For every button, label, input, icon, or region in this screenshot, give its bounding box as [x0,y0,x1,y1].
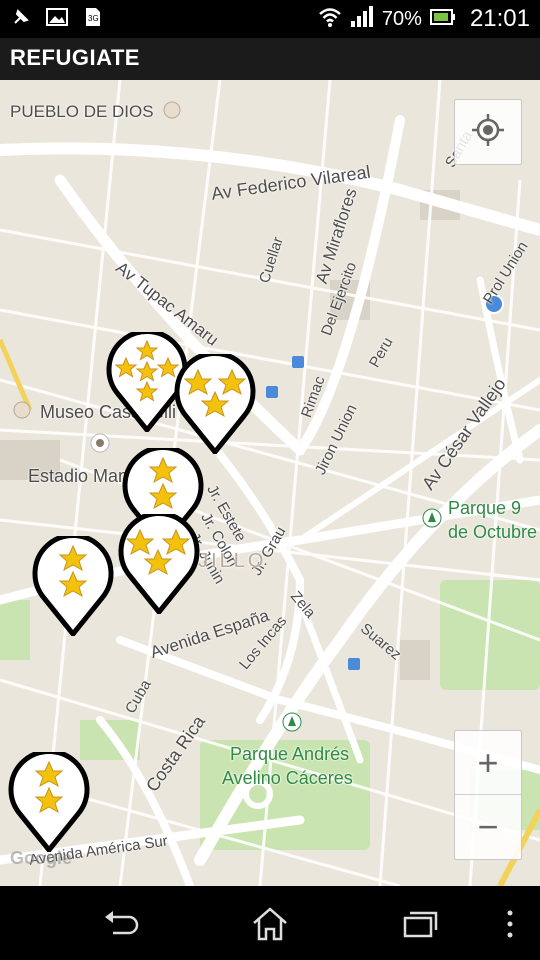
zoom-out-button[interactable]: − [455,795,521,858]
crosshair-icon [470,112,506,153]
map-view[interactable]: PUEBLO DE DIOS Av Federico Vilareal Av T… [0,80,540,886]
map-label-parque-9: Parque 9 [448,498,522,518]
overflow-menu-icon[interactable] [490,904,530,944]
zoom-in-button[interactable]: + [455,731,521,795]
zoom-controls: + − [454,730,522,860]
home-icon[interactable] [250,904,290,944]
signal-icon [350,5,374,33]
app-bar: REFUGIATE [0,38,540,81]
wifi-icon [318,6,342,33]
google-logo: Google [10,848,72,868]
navigation-bar [0,886,540,960]
refuge-marker[interactable] [172,354,258,454]
map-label-pueblo: PUEBLO DE DIOS [10,102,154,121]
pin-icon [10,6,32,28]
svg-text:3G: 3G [88,14,99,23]
battery-icon [429,8,456,31]
refuge-marker[interactable] [6,752,92,852]
map-label-andres: Parque Andrés [230,744,350,764]
status-bar: 3G 70% 21:01 [0,0,540,38]
battery-percent: 70% [381,7,422,30]
my-location-button[interactable] [454,99,522,165]
refuge-marker[interactable] [116,514,202,614]
refuge-marker[interactable] [30,536,116,636]
gallery-icon [46,6,68,28]
back-icon[interactable] [100,904,140,944]
recents-icon[interactable] [400,904,440,944]
map-label-parque-9-line2: de Octubre [448,522,538,542]
map-label-andres-line2: Avelino Cáceres [222,768,353,788]
app-title: REFUGIATE [10,45,140,70]
clock: 21:01 [469,5,530,32]
sim-icon: 3G [82,6,104,28]
